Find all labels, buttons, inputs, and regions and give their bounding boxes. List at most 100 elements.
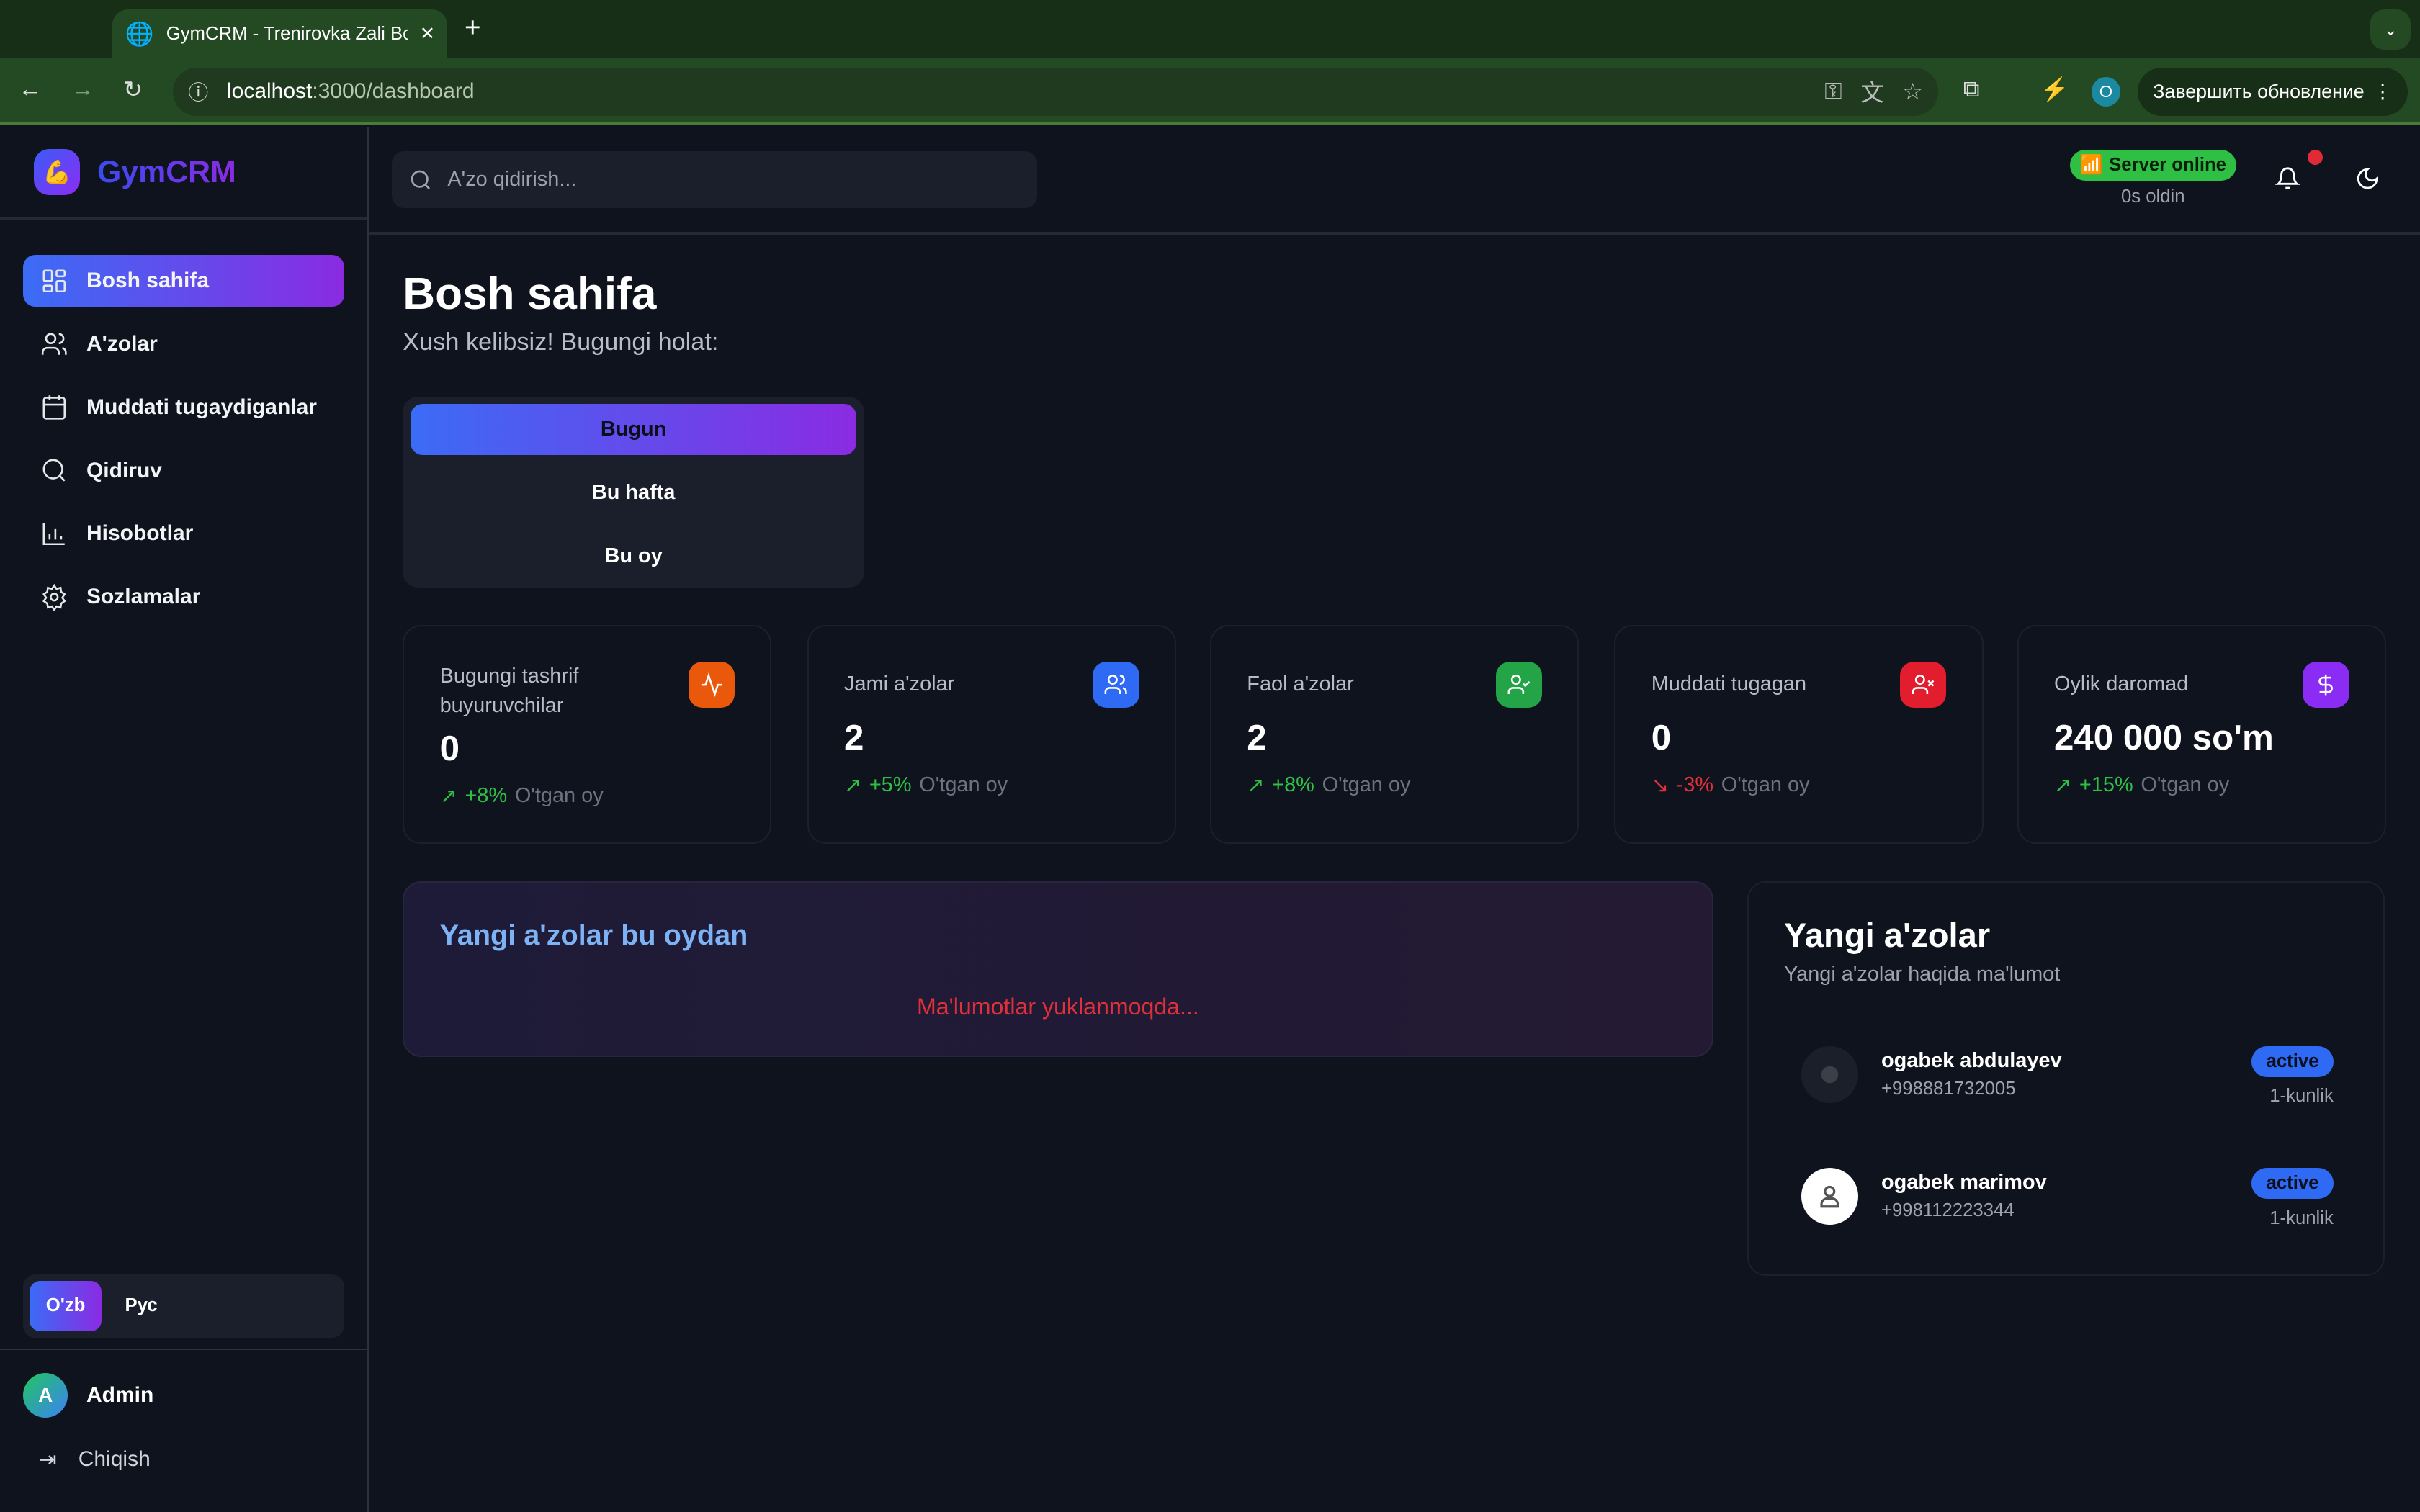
stat-period: O'tgan oy xyxy=(919,773,1008,797)
page-subtitle: Xush kelibsiz! Bugungi holat: xyxy=(403,328,719,356)
status-badge: active xyxy=(2251,1045,2334,1077)
forward-icon[interactable]: → xyxy=(71,76,94,102)
member-photo-avatar xyxy=(1801,1045,1858,1103)
logout-label: Chiqish xyxy=(78,1447,151,1472)
trending-up-icon: ↗ xyxy=(1247,774,1265,798)
stat-label: Faol a'zolar xyxy=(1247,672,1354,696)
member-phone: +998881732005 xyxy=(1881,1078,2016,1099)
stat-icon-box xyxy=(1495,662,1542,708)
update-button[interactable]: Завершить обновление ⋮ xyxy=(2137,68,2408,116)
sidebar-item-label: A'zolar xyxy=(86,331,158,356)
reload-icon[interactable]: ↻ xyxy=(123,76,143,103)
member-plan: 1-kunlik xyxy=(2269,1207,2334,1228)
sidebar-item-reports[interactable]: Hisobotlar xyxy=(23,508,344,560)
server-status-label: Server online xyxy=(2109,154,2226,175)
bell-icon[interactable] xyxy=(2275,166,2300,191)
users-icon xyxy=(41,333,67,355)
search-icon xyxy=(42,459,66,482)
stat-icon-box xyxy=(1093,662,1139,708)
menu-kebab-icon[interactable]: ⋮ xyxy=(2373,81,2393,103)
user-name: Admin xyxy=(86,1383,154,1408)
stat-change: +15% xyxy=(2079,773,2133,797)
member-list-item[interactable]: ogabek abdulayev +998881732005 active 1-… xyxy=(1801,1045,2334,1120)
language-uz-button[interactable]: O'zb xyxy=(29,1280,102,1332)
stat-card: Muddati tugagan 0 ↘ -3% O'tgan oy xyxy=(1614,624,1984,845)
dollar-icon xyxy=(2318,674,2334,696)
stat-value: 240 000 so'm xyxy=(2053,718,2274,758)
calendar-icon xyxy=(42,395,66,420)
tab-search-chevron-icon[interactable]: ⌄ xyxy=(2370,9,2411,50)
logout-button[interactable]: ⇥ Chiqish xyxy=(39,1447,151,1472)
sidebar-item-settings[interactable]: Sozlamalar xyxy=(23,571,344,624)
stat-card: Faol a'zolar 2 ↗ +8% O'tgan oy xyxy=(1210,624,1579,845)
url-host: localhost xyxy=(226,79,313,104)
stat-period: O'tgan oy xyxy=(1721,773,1810,797)
member-list-item[interactable]: ogabek marimov +998112223344 active 1-ku… xyxy=(1801,1167,2334,1242)
browser-tab[interactable]: 🌐 GymCRM - Trenirovka Zali Bo ✕ xyxy=(112,9,448,59)
user-profile[interactable]: A Admin xyxy=(23,1373,153,1418)
activity-icon xyxy=(701,672,722,698)
stat-period: O'tgan oy xyxy=(2141,773,2230,797)
stat-icon-box xyxy=(1900,662,1947,708)
sidebar-item-label: Sozlamalar xyxy=(86,585,201,609)
period-week-button[interactable]: Bu hafta xyxy=(411,467,856,518)
bar-chart-icon xyxy=(42,523,65,546)
logout-icon: ⇥ xyxy=(38,1447,57,1472)
stat-trend: ↘ -3% O'tgan oy xyxy=(1652,773,1810,798)
server-status-badge: 📶 Server online xyxy=(2069,149,2236,181)
sidebar-item-dashboard[interactable]: Bosh sahifa xyxy=(23,254,344,307)
url-path: :3000/dashboard xyxy=(312,79,475,104)
stat-icon-box xyxy=(2303,662,2349,708)
extensions-icon[interactable]: ⧉ xyxy=(1963,76,1980,103)
sidebar-item-label: Bosh sahifa xyxy=(86,268,210,292)
sidebar-item-expiring[interactable]: Muddati tugaydiganlar xyxy=(23,381,344,433)
flexed-biceps-icon: 💪 xyxy=(34,148,81,196)
stat-change: +8% xyxy=(465,784,508,808)
stat-card: Bugungi tashrif buyuruvchilar 0 ↗ +8% O'… xyxy=(403,624,772,845)
translate-icon[interactable]: 文 xyxy=(1860,75,1883,108)
divider xyxy=(0,1348,367,1350)
globe-icon: 🌐 xyxy=(125,21,154,48)
language-ru-button[interactable]: Рус xyxy=(125,1295,158,1316)
sidebar-item-members[interactable]: A'zolar xyxy=(23,318,344,370)
moon-icon[interactable] xyxy=(2355,166,2380,191)
back-icon[interactable]: ← xyxy=(19,76,42,102)
users-icon xyxy=(1104,675,1127,695)
stat-icon-box xyxy=(688,662,735,708)
stat-change: +8% xyxy=(1272,773,1314,797)
stat-trend: ↗ +15% O'tgan oy xyxy=(2054,773,2229,798)
stat-trend: ↗ +5% O'tgan oy xyxy=(844,773,1008,798)
stat-trend: ↗ +8% O'tgan oy xyxy=(440,783,604,809)
card-subtitle: Yangi a'zolar haqida ma'lumot xyxy=(1783,962,2061,986)
sidebar-item-label: Muddati tugaydiganlar xyxy=(86,395,317,419)
address-bar[interactable]: ⓘ localhost:3000/dashboard ⚿ 文 ☆ xyxy=(173,68,1939,116)
status-badge: active xyxy=(2251,1167,2334,1199)
browser-toolbar: ← → ↻ ⓘ localhost:3000/dashboard ⚿ 文 ☆ ⧉… xyxy=(0,58,2420,125)
stat-trend: ↗ +8% O'tgan oy xyxy=(1247,773,1410,798)
tab-title: GymCRM - Trenirovka Zali Bo xyxy=(166,23,408,44)
stat-value: 0 xyxy=(1651,718,1672,758)
stat-change: -3% xyxy=(1676,773,1714,797)
brand[interactable]: 💪 GymCRM xyxy=(0,127,368,221)
gear-icon xyxy=(42,583,66,611)
server-last-check: 0s oldin xyxy=(2120,186,2185,207)
member-name: ogabek abdulayev xyxy=(1881,1048,2062,1072)
profile-avatar[interactable]: O xyxy=(2091,77,2121,107)
period-today-button[interactable]: Bugun xyxy=(410,404,857,456)
period-month-button[interactable]: Bu oy xyxy=(411,531,856,582)
site-info-icon[interactable]: ⓘ xyxy=(188,77,208,106)
close-tab-icon[interactable]: ✕ xyxy=(420,23,436,45)
member-search-input[interactable] xyxy=(447,168,1003,192)
member-plan: 1-kunlik xyxy=(2269,1086,2334,1107)
page-title: Bosh sahifa xyxy=(403,269,657,319)
key-icon[interactable]: ⚿ xyxy=(1824,78,1842,105)
sidebar-item-search[interactable]: Qidiruv xyxy=(23,444,344,497)
stat-label: Muddati tugagan xyxy=(1651,672,1807,696)
search-icon xyxy=(411,170,430,189)
new-tab-icon[interactable]: + xyxy=(465,12,481,44)
stat-value: 2 xyxy=(843,718,864,758)
stat-label: Oylik daromad xyxy=(2053,672,2189,696)
star-icon[interactable]: ☆ xyxy=(1902,78,1923,105)
performance-leaf-icon[interactable]: ⚡ xyxy=(2040,76,2069,103)
search-box[interactable] xyxy=(392,150,1037,209)
